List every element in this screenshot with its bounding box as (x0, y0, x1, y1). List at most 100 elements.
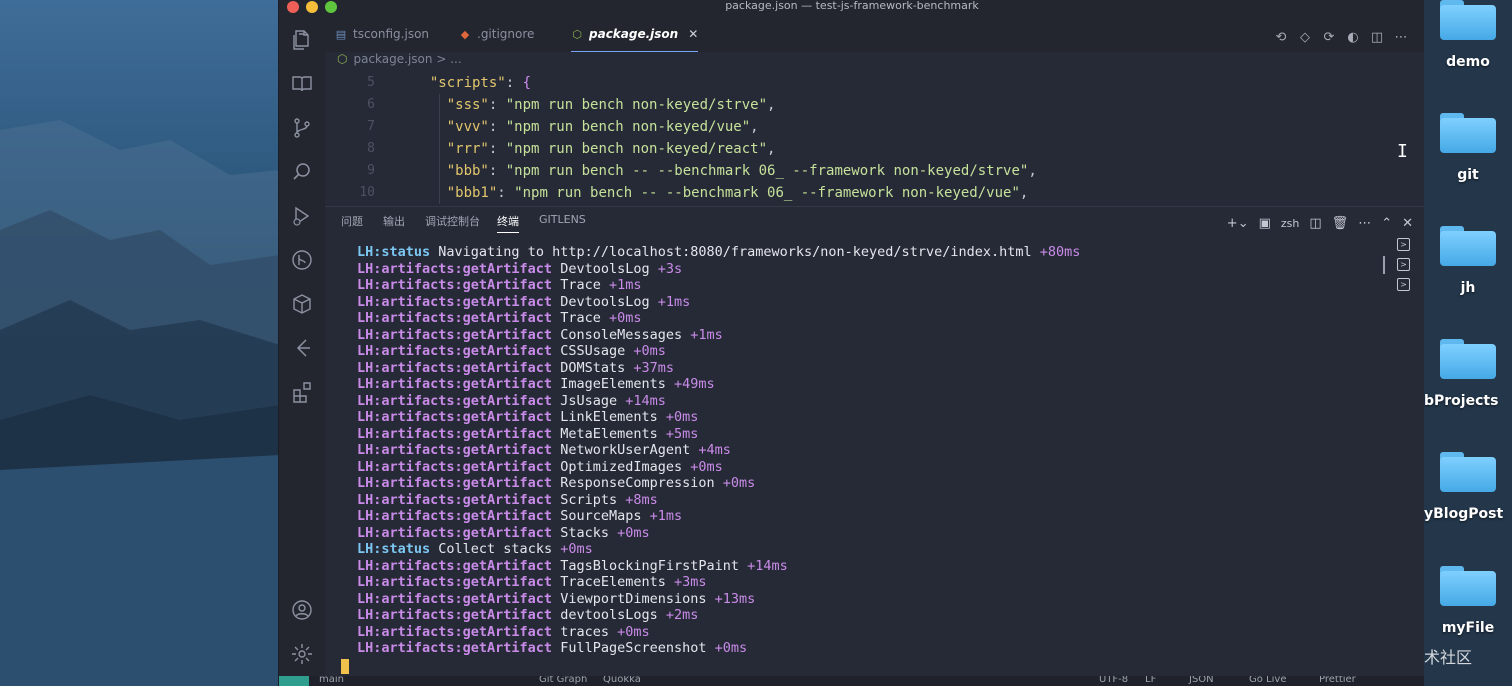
log-message: DevtoolsLog (552, 293, 650, 310)
package-icon[interactable] (290, 292, 314, 316)
terminal-line: LH:artifacts:getArtifact Trace +1ms (357, 277, 1367, 294)
line-number: 8 (367, 141, 375, 156)
log-tag: LH:artifacts:getArtifact (357, 425, 553, 442)
tab-output[interactable]: 输出 (383, 213, 405, 229)
gitlens-compare-icon[interactable]: ◐ (1341, 30, 1365, 45)
status-prettier[interactable]: Prettier (1319, 676, 1356, 685)
desktop-folder-myfile[interactable]: myFile (1424, 566, 1512, 636)
terminal-line: LH:artifacts:getArtifact traces +0ms (357, 624, 1367, 641)
tab-debug-console[interactable]: 调试控制台 (425, 213, 480, 229)
terminal-line: LH:artifacts:getArtifact DevtoolsLog +1m… (357, 294, 1367, 311)
tab-terminal[interactable]: 终端 (497, 213, 519, 233)
editor-window: package.json — test-js-framework-benchma… (278, 0, 1424, 686)
log-tag: LH:artifacts:getArtifact (357, 409, 553, 425)
desktop-folder-label: demo (1446, 54, 1490, 70)
trash-icon[interactable]: 🗑 (1332, 216, 1349, 231)
folder-icon (1440, 226, 1496, 266)
status-branch[interactable]: main (319, 676, 344, 685)
status-git-graph[interactable]: Git Graph (539, 676, 587, 685)
tab-package-json[interactable]: ⬡ package.json ✕ (571, 14, 699, 52)
more-icon[interactable]: ⋯ (1358, 216, 1371, 231)
open-changes-icon[interactable]: ◇ (1293, 30, 1317, 45)
search-icon[interactable] (290, 160, 314, 184)
desktop-folder-demo[interactable]: demo (1424, 0, 1512, 70)
status-quokka[interactable]: Quokka (603, 676, 641, 685)
desktop-folder-label: jh (1460, 280, 1476, 296)
terminal-line: LH:artifacts:getArtifact ResponseCompres… (357, 475, 1367, 492)
status-encoding[interactable]: UTF-8 (1099, 676, 1128, 685)
book-icon[interactable] (290, 72, 314, 96)
log-message: Scripts (552, 491, 618, 508)
log-duration: +1ms (641, 508, 683, 524)
new-terminal-icon[interactable]: +⌄ (1227, 216, 1249, 231)
code-editor[interactable]: 5 "scripts": {6 "sss": "npm run bench no… (325, 72, 1424, 204)
tab-problems[interactable]: 问题 (341, 213, 363, 229)
code-token: "npm run bench non-keyed/vue" (505, 119, 751, 135)
log-duration: +8ms (617, 491, 658, 508)
close-icon[interactable]: ✕ (688, 27, 698, 41)
code-token: : (488, 97, 506, 113)
status-go-live[interactable]: Go Live (1249, 676, 1286, 685)
log-duration: +1ms (600, 277, 642, 293)
close-panel-icon[interactable]: ✕ (1402, 216, 1413, 231)
gear-icon[interactable] (290, 642, 314, 666)
account-icon[interactable] (290, 598, 314, 622)
terminal-scrollbar[interactable] (1383, 256, 1385, 274)
line-number: 6 (367, 97, 375, 112)
shell-label[interactable]: zsh (1281, 217, 1299, 230)
split-terminal-icon[interactable]: ◫ (1309, 216, 1321, 231)
remote-explorer-icon[interactable] (290, 336, 314, 360)
run-debug-icon[interactable] (290, 204, 314, 228)
code-token: "npm run bench non-keyed/strve" (505, 97, 768, 113)
split-editor-icon[interactable]: ◫ (1365, 30, 1389, 45)
desktop-folder-blogpost[interactable]: yBlogPost (1424, 452, 1512, 522)
log-duration: +1ms (649, 293, 691, 310)
node-json-icon: ⬡ (337, 52, 348, 66)
maximize-panel-icon[interactable]: ⌃ (1381, 216, 1392, 231)
log-tag: LH:artifacts:getArtifact (357, 524, 553, 541)
code-text: "vvv": "npm run bench non-keyed/vue", (413, 116, 759, 138)
desktop-folder-git[interactable]: git (1424, 113, 1512, 183)
desktop-folder-jh[interactable]: jh (1424, 226, 1512, 296)
breadcrumb[interactable]: ⬡ package.json > ... (337, 52, 462, 70)
gitlens-icon[interactable] (290, 248, 314, 272)
tab-label: package.json (589, 27, 679, 41)
go-back-icon[interactable]: ⟲ (1269, 30, 1293, 45)
log-tag: LH:artifacts:getArtifact (357, 491, 553, 508)
terminal-instance-icon[interactable]: > (1397, 278, 1410, 291)
desktop-folder-label: bProjects (1424, 393, 1499, 409)
code-token: : (488, 119, 506, 135)
log-message: Stacks (552, 524, 609, 541)
go-forward-icon[interactable]: ⟳ (1317, 30, 1341, 45)
terminal-instance-icon[interactable]: > (1397, 258, 1410, 271)
log-message: TraceElements (552, 574, 666, 590)
terminal-line: LH:status Navigating to http://localhost… (357, 244, 1367, 261)
explorer-icon[interactable] (290, 28, 314, 52)
status-eol[interactable]: LF (1145, 676, 1156, 685)
folder-icon (1440, 339, 1496, 379)
log-duration: +49ms (665, 376, 715, 392)
log-tag: LH:artifacts:getArtifact (357, 475, 553, 491)
desktop-folder-projects[interactable]: bProjects (1424, 339, 1512, 409)
status-language[interactable]: JSON (1189, 676, 1214, 685)
terminal-output[interactable]: LH:status Navigating to http://localhost… (357, 244, 1367, 674)
remote-indicator-icon[interactable] (279, 676, 309, 686)
terminal-line: LH:artifacts:getArtifact FullPageScreens… (357, 640, 1367, 657)
terminal-line: LH:artifacts:getArtifact CSSUsage +0ms (357, 343, 1367, 360)
log-duration: +4ms (690, 442, 731, 458)
log-duration: +2ms (657, 607, 699, 623)
terminal-instance-icon[interactable]: > (1397, 238, 1410, 251)
tab-gitignore[interactable]: ◆ .gitignore (459, 14, 535, 52)
code-token: , (750, 119, 759, 135)
log-tag: LH:artifacts:getArtifact (357, 359, 553, 376)
editor-actions: ⟲ ◇ ⟳ ◐ ◫ ⋯ (1269, 26, 1413, 45)
tab-gitlens[interactable]: GITLENS (539, 213, 586, 226)
tab-tsconfig[interactable]: ▤ tsconfig.json (335, 14, 429, 52)
more-actions-icon[interactable]: ⋯ (1389, 30, 1413, 45)
source-control-icon[interactable] (290, 116, 314, 140)
extensions-icon[interactable] (290, 380, 314, 404)
terminal-line: LH:artifacts:getArtifact Stacks +0ms (357, 525, 1367, 542)
